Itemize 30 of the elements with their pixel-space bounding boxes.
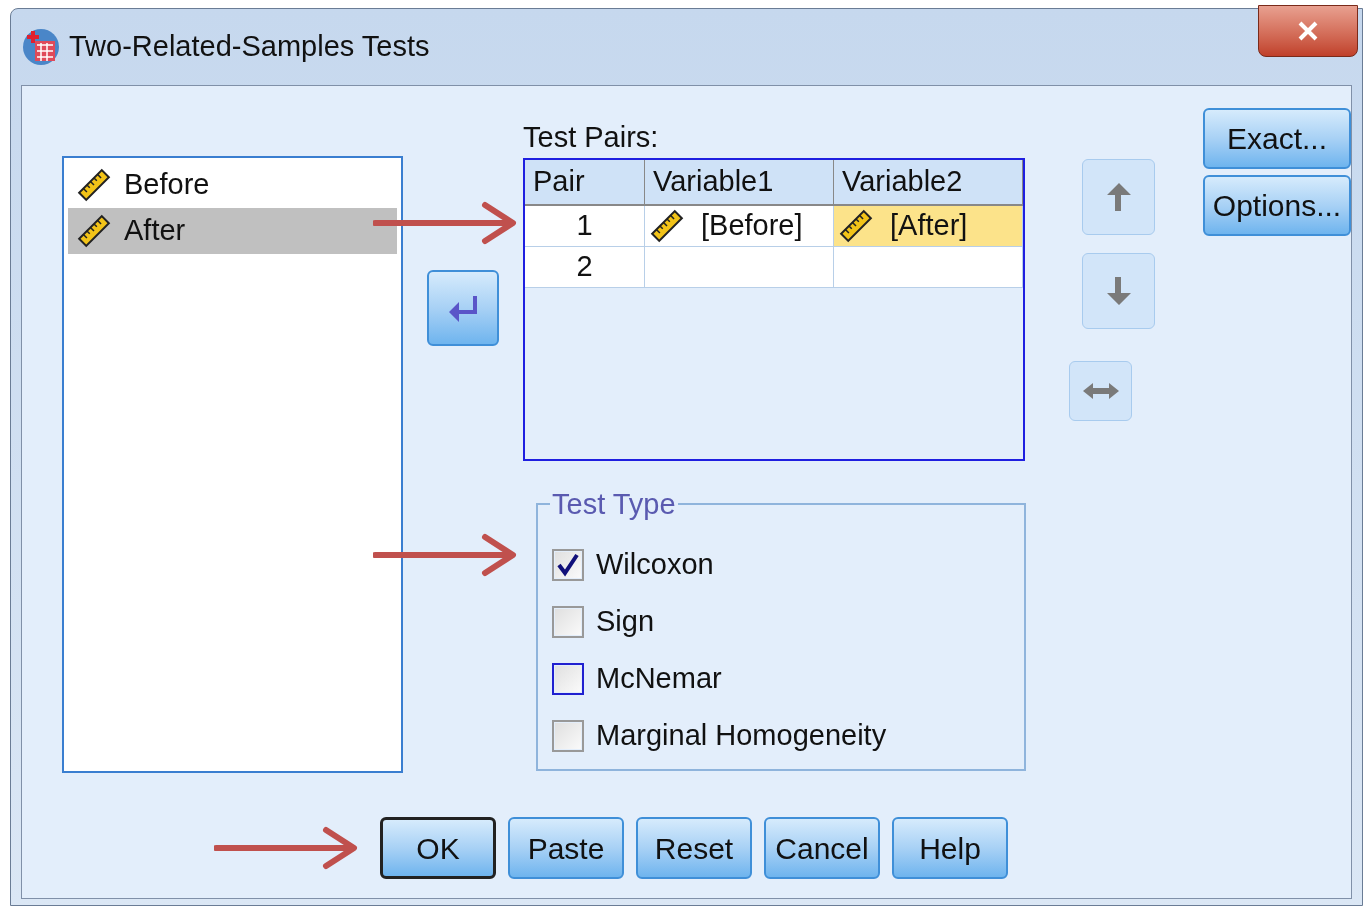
dialog-button[interactable]: Cancel xyxy=(764,817,880,879)
variable-name: Before xyxy=(124,167,210,203)
dialog-button[interactable]: Reset xyxy=(636,817,752,879)
move-up-button[interactable] xyxy=(1082,159,1155,235)
variable-item[interactable]: Before xyxy=(68,162,397,208)
column-header: Variable2 xyxy=(834,160,1023,204)
side-button[interactable]: Exact... xyxy=(1203,108,1351,169)
side-button[interactable]: Options... xyxy=(1203,175,1351,236)
test-pairs-label: Test Pairs: xyxy=(523,120,660,155)
dialog-button[interactable]: Paste xyxy=(508,817,624,879)
close-button[interactable] xyxy=(1258,5,1358,57)
cell-text: [After] xyxy=(890,208,968,244)
column-header: Variable1 xyxy=(645,160,834,204)
close-icon xyxy=(1296,19,1320,43)
variable-name: After xyxy=(124,213,186,249)
column-header: Pair xyxy=(525,160,645,204)
variable-cell[interactable]: [After] xyxy=(834,206,1023,246)
cell-text: [Before] xyxy=(701,208,803,244)
dialog-button[interactable]: Help xyxy=(892,817,1008,879)
app-icon xyxy=(21,27,61,67)
window-title: Two-Related-Samples Tests xyxy=(69,29,430,65)
swap-button[interactable] xyxy=(1069,361,1132,421)
variable-item[interactable]: After xyxy=(68,208,397,254)
checkbox-label: McNemar xyxy=(596,661,722,697)
move-down-button[interactable] xyxy=(1082,253,1155,329)
checkbox-label: Wilcoxon xyxy=(596,547,714,583)
dialog-button[interactable]: OK xyxy=(380,817,496,879)
checkbox-label: Sign xyxy=(596,604,655,640)
move-button[interactable] xyxy=(426,270,499,346)
checkbox-label: Marginal Homogeneity xyxy=(596,718,887,754)
